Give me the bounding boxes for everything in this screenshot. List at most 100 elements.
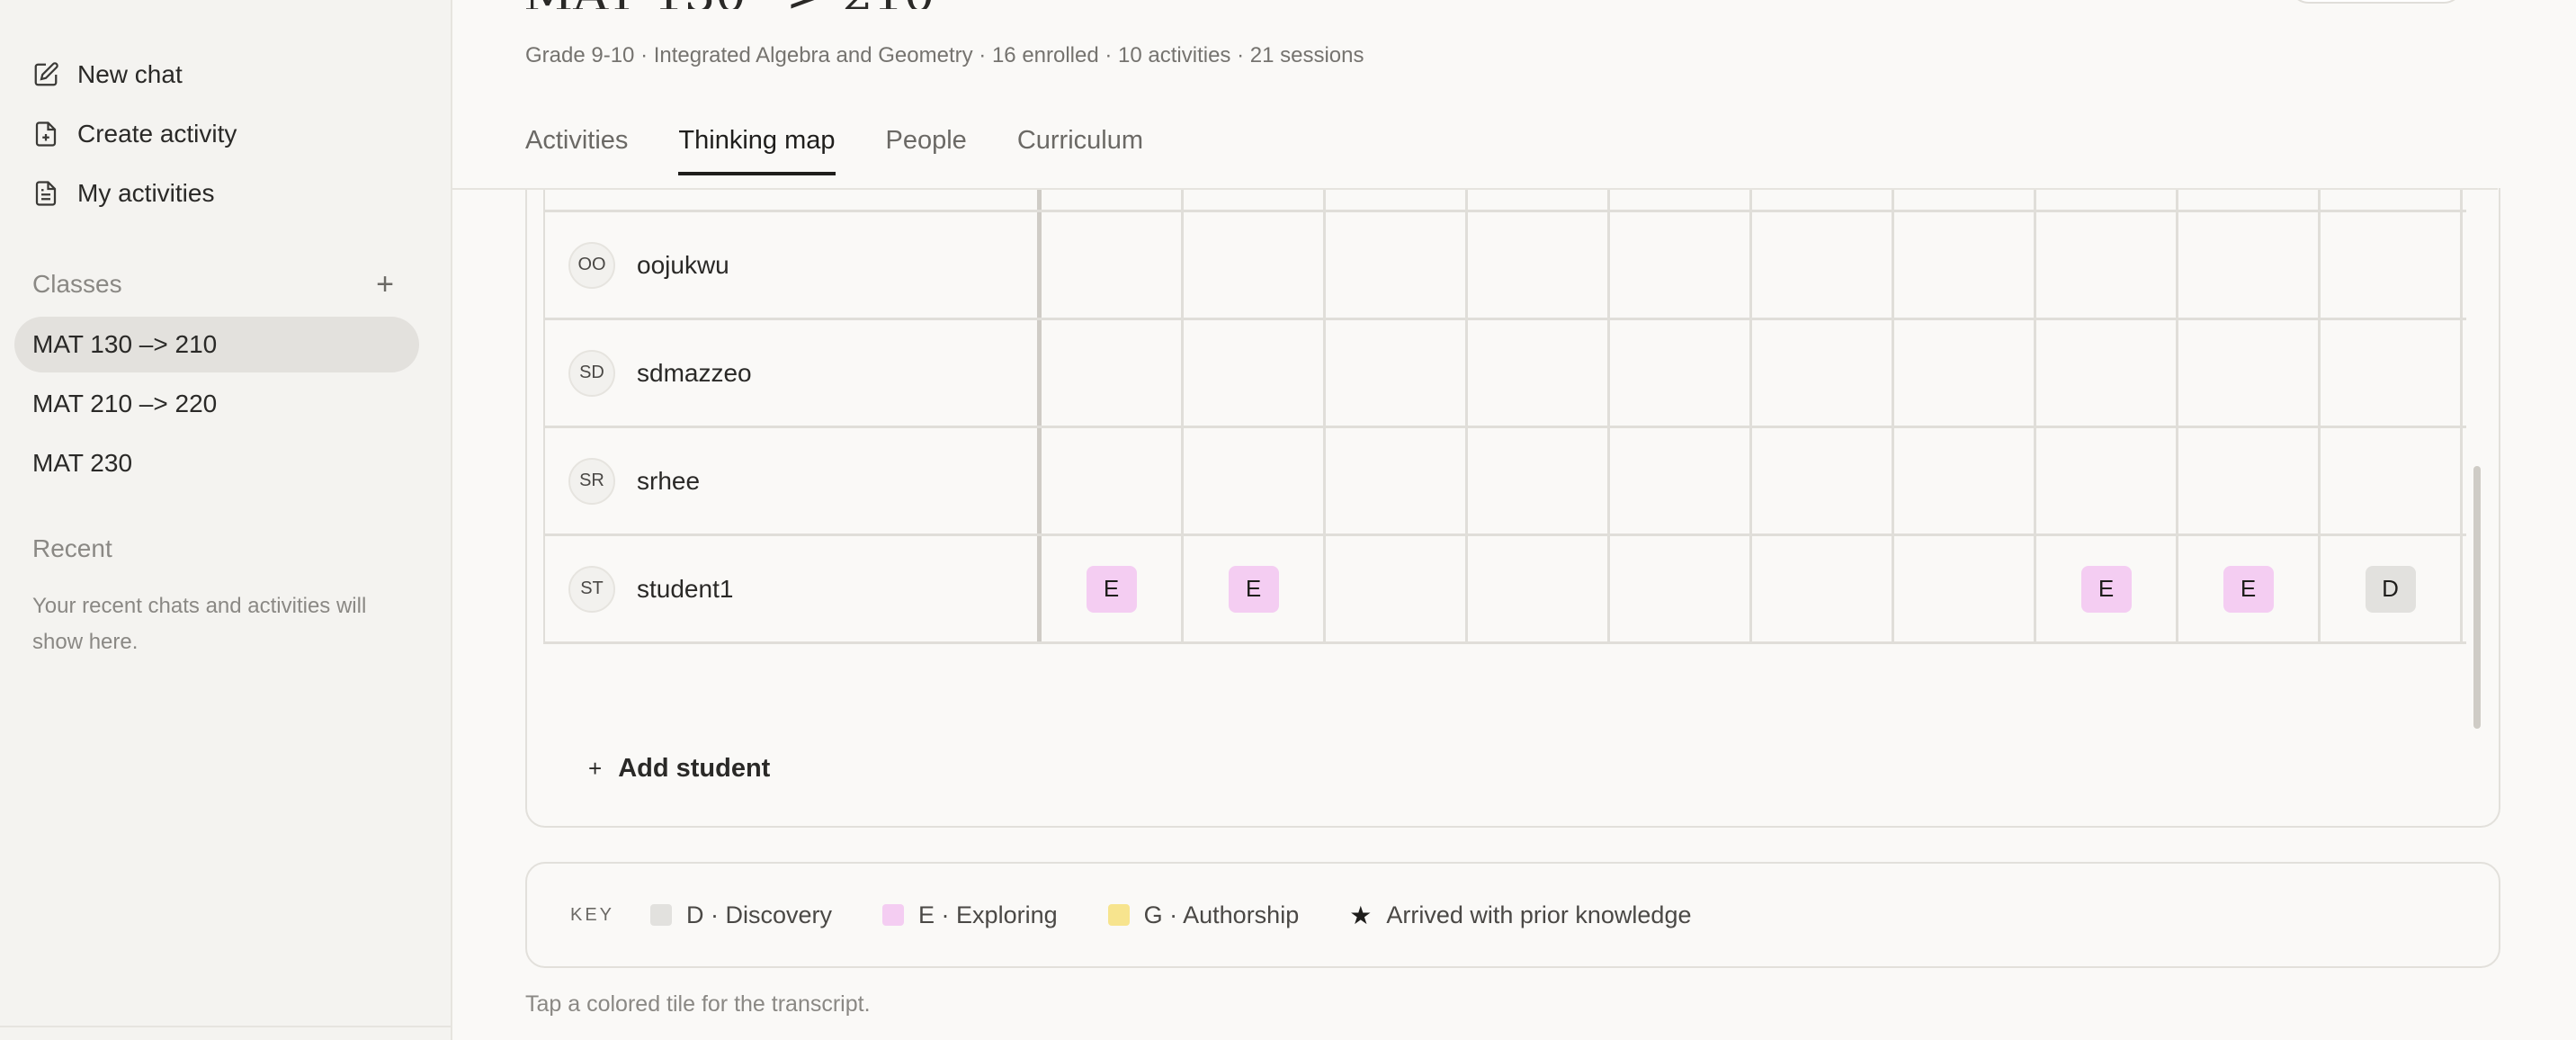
student-row: SD sdmazzeo <box>543 320 2466 428</box>
add-student-label: Add student <box>618 754 771 783</box>
activity-cell <box>1610 212 1752 318</box>
activity-cell <box>1752 212 1894 318</box>
activity-cell <box>1042 212 1184 318</box>
activity-cell <box>1326 212 1468 318</box>
key-star-label: Arrived with prior knowledge <box>1386 901 1692 928</box>
tab-activities[interactable]: Activities <box>525 126 628 175</box>
activity-cell <box>1326 536 1468 641</box>
activity-cell <box>1610 320 1752 426</box>
key-item-exploring: E · Exploring <box>882 901 1058 929</box>
thinking-tile[interactable]: E <box>1228 565 1279 613</box>
thinking-tile[interactable]: D <box>2365 565 2416 613</box>
thinking-tile[interactable]: E <box>2080 565 2132 613</box>
class-item-mat210[interactable]: MAT 210 –> 220 <box>14 376 419 432</box>
activity-cell: E <box>2036 536 2178 641</box>
activity-cell <box>2321 320 2463 426</box>
student-name-cell: OO oojukwu <box>543 212 1042 318</box>
activity-cell <box>2178 212 2321 318</box>
activity-cell <box>1042 428 1184 533</box>
activity-cell <box>1894 428 2036 533</box>
student-row: OO oojukwu <box>543 212 2466 320</box>
sidebar: New chat Create activity My activities C… <box>0 0 452 1040</box>
plus-icon: + <box>588 755 603 782</box>
add-student-button[interactable]: + Add student <box>588 754 770 784</box>
file-plus-icon <box>35 121 57 147</box>
key-exploring-label: E · Exploring <box>918 901 1058 928</box>
create-activity-button[interactable]: Create activity <box>32 112 237 157</box>
activity-cell: E <box>1184 536 1326 641</box>
activity-cell <box>2036 320 2178 426</box>
tab-curriculum[interactable]: Curriculum <box>1017 126 1143 175</box>
activity-cell <box>2178 428 2321 533</box>
avatar: ST <box>568 565 615 613</box>
class-item-mat130[interactable]: MAT 130 –> 210 <box>14 317 419 372</box>
student-name-cell: SD sdmazzeo <box>543 320 1042 426</box>
key-item-prior-knowledge: ★ Arrived with prior knowledge <box>1349 901 1691 930</box>
thinking-tile[interactable]: E <box>1086 565 1137 613</box>
page-title-overlay: MAT 130 –> 210 <box>523 0 935 9</box>
tab-people[interactable]: People <box>886 126 967 175</box>
student-name: student1 <box>637 574 734 603</box>
student-name-cell: ST student1 <box>543 536 1042 641</box>
my-activities-button[interactable]: My activities <box>32 171 214 216</box>
create-activity-label: Create activity <box>77 120 237 148</box>
header-action-button-overlay[interactable] <box>2289 0 2464 4</box>
activity-cell <box>1184 320 1326 426</box>
activity-cell <box>1752 320 1894 426</box>
recent-title: Recent <box>32 534 112 562</box>
exploring-swatch <box>882 904 905 926</box>
grid-scrollbar[interactable] <box>2473 466 2481 729</box>
activity-cell <box>1468 536 1610 641</box>
class-item-mat230[interactable]: MAT 230 <box>14 435 419 491</box>
student-name-cell: SR srhee <box>543 428 1042 533</box>
activity-cell: D <box>2321 536 2463 641</box>
activity-cell <box>1610 536 1752 641</box>
thinking-tile[interactable]: E <box>2223 565 2274 613</box>
student-row: SR srhee <box>543 428 2466 536</box>
discovery-swatch <box>650 904 673 926</box>
student-name: oojukwu <box>637 250 729 279</box>
key-label: KEY <box>570 904 615 925</box>
activity-cell <box>1894 536 2036 641</box>
new-chat-button[interactable]: New chat <box>32 52 183 97</box>
key-item-authorship: G · Authorship <box>1107 901 1300 929</box>
activity-cell <box>2321 428 2463 533</box>
key-item-discovery: D · Discovery <box>650 901 832 929</box>
activity-cell <box>1326 428 1468 533</box>
activity-cell <box>2178 320 2321 426</box>
sidebar-divider <box>0 1026 452 1027</box>
activity-cell <box>1468 320 1610 426</box>
key-discovery-label: D · Discovery <box>686 901 833 928</box>
activity-cell <box>2036 428 2178 533</box>
thinking-map-grid: MNmnjones1EEEEEEEEEEOOoojukwuSDsdmazzeoS… <box>543 164 2466 644</box>
add-class-button[interactable]: + <box>369 267 401 301</box>
activity-cell: E <box>2178 536 2321 641</box>
activity-cell: E <box>1042 536 1184 641</box>
tab-thinking-map[interactable]: Thinking map <box>678 126 836 175</box>
activity-cell <box>1610 428 1752 533</box>
activity-cell <box>1184 212 1326 318</box>
avatar: SR <box>568 457 615 505</box>
student-name: sdmazzeo <box>637 358 752 387</box>
key-authorship-label: G · Authorship <box>1143 901 1300 928</box>
thinking-map-card: MNmnjones1EEEEEEEEEEOOoojukwuSDsdmazzeoS… <box>525 162 2500 828</box>
student-name: srhee <box>637 466 701 495</box>
activity-cell <box>1468 428 1610 533</box>
tab-divider <box>452 188 2498 190</box>
my-activities-label: My activities <box>77 179 215 207</box>
new-chat-label: New chat <box>77 60 183 88</box>
avatar: OO <box>568 241 615 289</box>
tab-bar: Activities Thinking map People Curriculu… <box>525 126 1143 175</box>
activity-cell <box>1752 536 1894 641</box>
avatar: SD <box>568 349 615 397</box>
class-subtitle-overlay: Grade 9-10 · Integrated Algebra and Geom… <box>525 43 1364 67</box>
document-icon <box>35 181 57 206</box>
activity-cell <box>1326 320 1468 426</box>
edit-icon <box>34 62 58 86</box>
legend-key: KEY D · Discovery E · Exploring G · Auth… <box>525 862 2500 968</box>
recent-empty-note: Your recent chats and activities will sh… <box>32 594 367 654</box>
activity-cell <box>1184 428 1326 533</box>
student-row: ST student1 E E E E D <box>543 536 2466 644</box>
classes-title: Classes <box>32 270 122 298</box>
activity-cell <box>2036 212 2178 318</box>
